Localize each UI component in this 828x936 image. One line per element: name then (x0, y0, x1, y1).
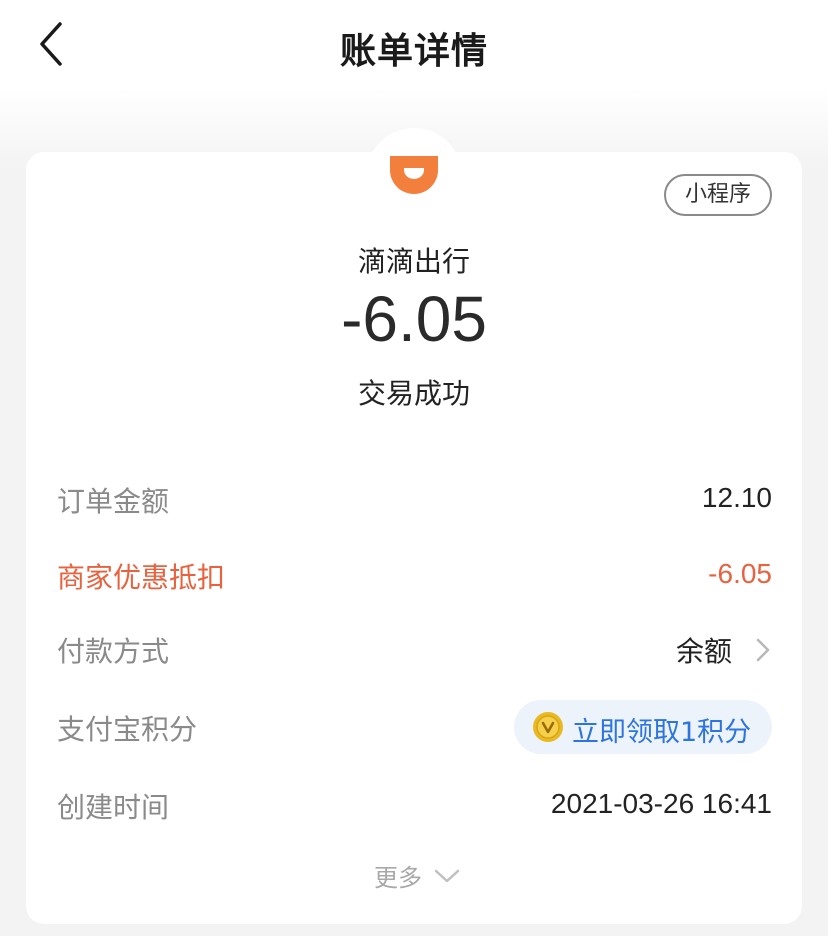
payment-method-value[interactable]: 余额 (676, 630, 732, 670)
coin-icon (533, 712, 563, 742)
chevron-down-icon (434, 869, 460, 882)
transaction-amount: -6.05 (341, 283, 487, 355)
claim-points-button[interactable]: 立即领取1积分 (514, 700, 772, 754)
alipay-points-label: 支付宝积分 (57, 713, 198, 746)
more-label: 更多 (374, 864, 422, 892)
page-title: 账单详情 (339, 31, 488, 72)
claim-points-label: 立即领取1积分 (572, 717, 752, 748)
order-amount-value: 12.10 (701, 482, 772, 513)
merchant-discount-label: 商家优惠抵扣 (57, 561, 226, 594)
transaction-status: 交易成功 (357, 377, 470, 410)
chevron-right-icon[interactable] (752, 634, 774, 666)
mini-program-badge: 小程序 (664, 174, 772, 216)
merchant-discount-value: -6.05 (708, 558, 772, 589)
payment-method-label: 付款方式 (57, 635, 170, 668)
more-button[interactable]: 更多 (374, 858, 461, 894)
order-amount-label: 订单金额 (57, 485, 170, 518)
merchant-name: 滴滴出行 (357, 245, 470, 278)
created-time-label: 创建时间 (57, 791, 170, 824)
nav-bar: 账单详情 (0, 0, 828, 90)
didi-logo-icon (390, 156, 438, 194)
created-time-value: 2021-03-26 16:41 (550, 788, 772, 819)
